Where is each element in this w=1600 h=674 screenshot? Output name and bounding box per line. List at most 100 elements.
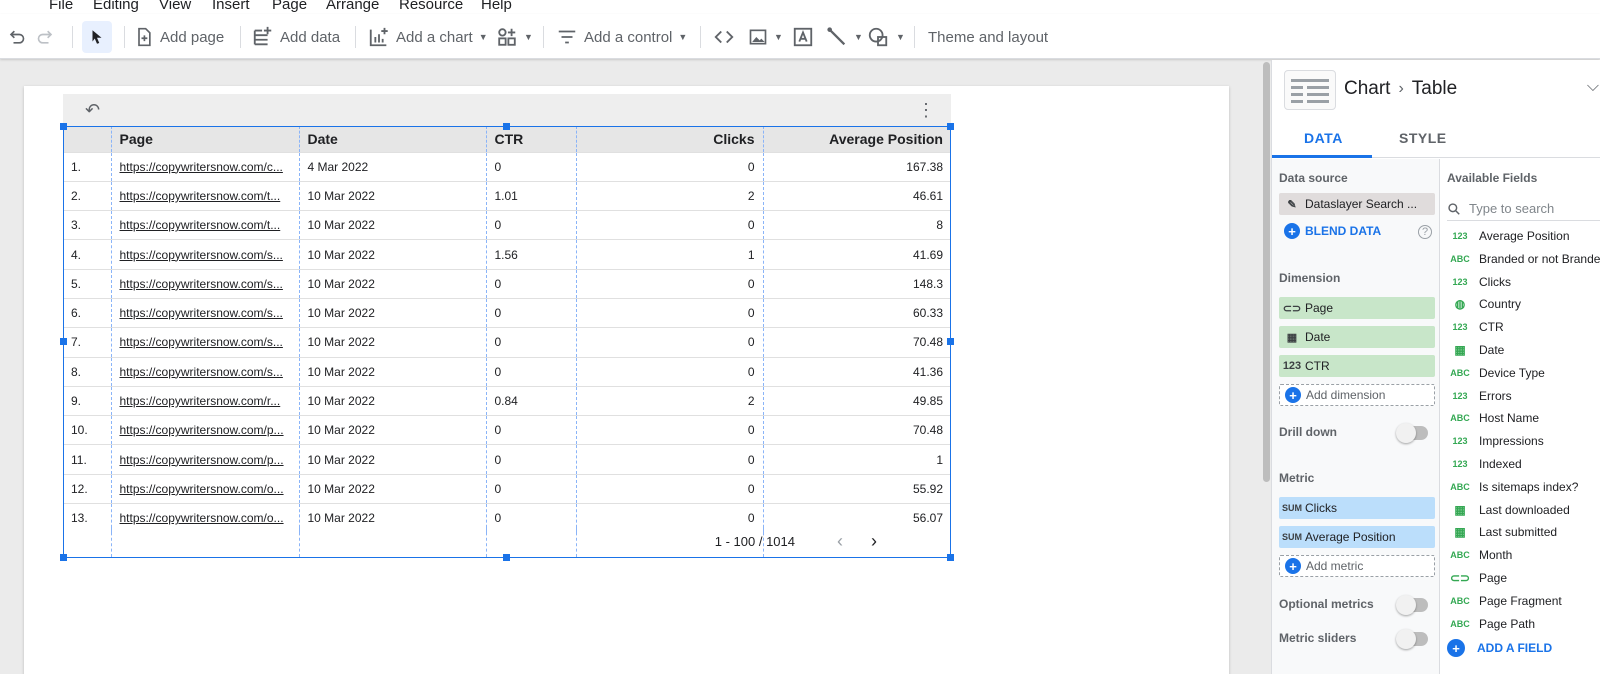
embed-code-button[interactable] — [712, 21, 736, 53]
line-button[interactable]: ▼ — [826, 21, 863, 53]
table-chart[interactable]: ↶ ⋮ Page Date CTR Clicks Average Positio… — [60, 94, 954, 561]
available-field[interactable]: 123 Indexed — [1441, 454, 1522, 474]
image-button[interactable]: ▼ — [748, 21, 783, 53]
select-tool-button[interactable] — [82, 21, 112, 53]
menu-arrange[interactable]: Arrange — [326, 0, 379, 13]
resize-handle[interactable] — [503, 123, 510, 130]
undo-button[interactable] — [6, 21, 26, 53]
text-icon — [793, 27, 813, 47]
dimension-chip-date[interactable]: ▦ Date — [1279, 326, 1435, 348]
available-field[interactable]: ◍ Country — [1441, 294, 1521, 314]
chart-header-bar: ↶ ⋮ — [63, 94, 951, 126]
menu-file[interactable]: File — [49, 0, 73, 13]
plus-icon: + — [1284, 223, 1300, 239]
canvas-scrollbar[interactable] — [1263, 62, 1270, 482]
menu-insert[interactable]: Insert — [212, 0, 250, 13]
line-icon — [827, 27, 846, 46]
help-icon[interactable]: ? — [1418, 225, 1432, 239]
menu-resource[interactable]: Resource — [399, 0, 463, 13]
redo-button[interactable] — [36, 21, 56, 53]
available-field[interactable]: ▦ Last submitted — [1441, 522, 1557, 542]
text-box-button[interactable] — [792, 21, 814, 53]
resize-handle[interactable] — [503, 554, 510, 561]
available-field[interactable]: ABC Host Name — [1441, 408, 1539, 428]
undo-icon — [9, 30, 25, 44]
available-field[interactable]: ABC Device Type — [1441, 363, 1545, 383]
metric-sliders-label: Metric sliders — [1279, 631, 1357, 645]
blend-data-button[interactable]: + BLEND DATA — [1279, 223, 1381, 239]
add-data-button[interactable]: Add data — [252, 21, 340, 53]
available-field[interactable]: ABC Branded or not Branded — [1441, 249, 1600, 269]
theme-layout-button[interactable]: Theme and layout — [928, 21, 1048, 53]
toolbar: Add page Add data Add a chart ▼ ▼ Add a … — [0, 14, 1600, 59]
available-field[interactable]: ABC Page Fragment — [1441, 591, 1561, 611]
pencil-icon[interactable]: ✎ — [1279, 198, 1305, 211]
field-label: Indexed — [1479, 457, 1522, 471]
tab-style[interactable]: STYLE — [1399, 130, 1447, 146]
available-field[interactable]: ▦ Last downloaded — [1441, 500, 1569, 520]
field-search[interactable]: Type to search — [1447, 197, 1600, 221]
code-icon — [714, 30, 734, 44]
cursor-icon — [92, 30, 102, 44]
menu-help[interactable]: Help — [481, 0, 512, 13]
add-dimension-button[interactable]: + Add dimension — [1279, 384, 1435, 406]
add-chart-label: Add a chart — [396, 28, 473, 46]
chevron-down-icon[interactable]: ⌵ — [1587, 78, 1599, 96]
available-field[interactable]: ▦ Date — [1441, 340, 1504, 360]
more-options-icon[interactable]: ⋮ — [917, 100, 935, 121]
field-type-icon: 123 — [1452, 459, 1468, 469]
available-field[interactable]: ABC Page Path — [1441, 614, 1535, 634]
reset-icon[interactable]: ↶ — [85, 100, 100, 121]
drill-down-toggle[interactable] — [1396, 423, 1428, 443]
menu-view[interactable]: View — [159, 0, 191, 13]
available-field[interactable]: 123 Clicks — [1441, 272, 1511, 292]
available-field[interactable]: 123 Average Position — [1441, 226, 1570, 246]
available-field[interactable]: ABC Is sitemaps index? — [1441, 477, 1578, 497]
table-chart-icon[interactable] — [1284, 70, 1336, 110]
menu-editing[interactable]: Editing — [93, 0, 139, 13]
add-component-button[interactable]: ▼ — [496, 21, 533, 53]
metric-chip-average-position[interactable]: SUM Average Position — [1279, 526, 1435, 548]
data-source-chip[interactable]: ✎ Dataslayer Search ... — [1279, 193, 1435, 215]
breadcrumb-table[interactable]: Table — [1412, 78, 1457, 100]
toolbar-divider — [124, 26, 125, 48]
resize-handle[interactable] — [947, 123, 954, 130]
available-field[interactable]: 123 CTR — [1441, 317, 1503, 337]
menu-page[interactable]: Page — [272, 0, 307, 13]
search-icon — [1448, 202, 1460, 215]
resize-handle[interactable] — [60, 554, 67, 561]
metric-chip-clicks[interactable]: SUM Clicks — [1279, 497, 1435, 519]
field-type-icon: ABC — [1450, 253, 1470, 264]
tab-data[interactable]: DATA — [1304, 130, 1343, 146]
available-field[interactable]: ABC Month — [1441, 545, 1512, 565]
add-metric-button[interactable]: + Add metric — [1279, 555, 1435, 577]
resize-handle[interactable] — [947, 554, 954, 561]
dimension-chip-ctr[interactable]: 123 CTR — [1279, 355, 1435, 377]
filter-icon — [558, 30, 576, 44]
available-field[interactable]: ⊂⊃ Page — [1441, 568, 1507, 588]
breadcrumb: Chart › Table — [1344, 78, 1457, 100]
optional-metrics-toggle[interactable] — [1396, 595, 1428, 615]
add-dimension-label: Add dimension — [1306, 388, 1386, 402]
available-field[interactable]: 123 Impressions — [1441, 431, 1543, 451]
community-viz-icon — [498, 28, 516, 46]
dimension-chip-page[interactable]: ⊂⊃ Page — [1279, 297, 1435, 319]
shape-button[interactable]: ▼ — [866, 21, 905, 53]
chevron-right-icon: › — [1398, 80, 1404, 97]
field-label: Average Position — [1479, 229, 1570, 243]
menu-bar: File Editing View Insert Page Arrange Re… — [0, 0, 1600, 14]
available-field[interactable]: 123 Errors — [1441, 386, 1511, 406]
resize-handle[interactable] — [947, 338, 954, 345]
resize-handle[interactable] — [60, 123, 67, 130]
metric-sliders-toggle[interactable] — [1396, 629, 1428, 649]
add-page-button[interactable]: Add page — [134, 21, 224, 53]
add-chart-button[interactable]: Add a chart ▼ — [368, 21, 488, 53]
active-tab-indicator — [1272, 155, 1372, 158]
resize-handle[interactable] — [60, 338, 67, 345]
add-field-button[interactable]: + ADD A FIELD — [1447, 639, 1552, 657]
add-chart-icon — [369, 27, 388, 47]
field-label: Date — [1479, 343, 1505, 357]
add-control-button[interactable]: Add a control ▼ — [556, 21, 687, 53]
field-label: Branded or not Branded — [1479, 251, 1600, 266]
toolbar-divider — [914, 26, 915, 48]
